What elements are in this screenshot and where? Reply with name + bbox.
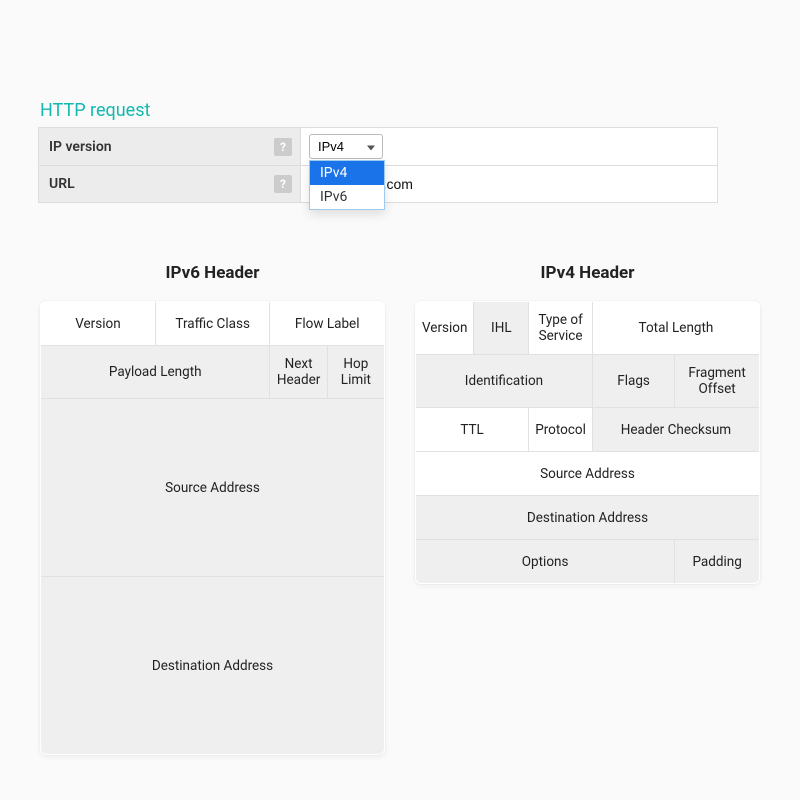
ip-version-cell: IPv4 IPv4 IPv6	[301, 128, 718, 166]
ipv4-source-address: Source Address	[416, 452, 760, 496]
ipv4-protocol: Protocol	[529, 408, 593, 452]
ipv4-flags: Flags	[592, 355, 674, 408]
ipv4-header-title: IPv4 Header	[415, 263, 760, 283]
ipv4-version: Version	[416, 302, 474, 355]
ip-version-option-ipv4[interactable]: IPv4	[310, 161, 384, 185]
headers-row: IPv6 Header Version Traffic Class Flow L…	[38, 263, 762, 755]
ipv6-destination-address: Destination Address	[41, 577, 385, 755]
ip-version-label-text: IP version	[49, 139, 112, 155]
ip-version-select-wrap: IPv4	[309, 134, 383, 159]
ipv6-column: IPv6 Header Version Traffic Class Flow L…	[40, 263, 385, 755]
ipv4-ttl: TTL	[416, 408, 529, 452]
ipv4-total-length: Total Length	[592, 302, 759, 355]
panel-title: HTTP request	[40, 100, 762, 121]
ipv6-hop-limit: Hop Limit	[327, 346, 384, 399]
ipv4-padding: Padding	[675, 540, 760, 584]
http-request-form: IP version ? IPv4 IPv4 IPv6 URL ?	[38, 127, 718, 203]
ipv4-tos: Type of Service	[529, 302, 593, 355]
help-icon[interactable]: ?	[274, 138, 292, 156]
ipv6-version: Version	[41, 302, 156, 346]
ipv4-destination-address: Destination Address	[416, 496, 760, 540]
ipv4-header-table: Version IHL Type of Service Total Length…	[415, 301, 760, 584]
url-label: URL ?	[39, 166, 301, 203]
ip-version-select[interactable]: IPv4	[309, 134, 383, 159]
ipv4-options: Options	[416, 540, 675, 584]
ipv6-header-table: Version Traffic Class Flow Label Payload…	[40, 301, 385, 755]
ipv6-traffic-class: Traffic Class	[155, 302, 270, 346]
ipv6-payload-length: Payload Length	[41, 346, 270, 399]
ipv4-ihl: IHL	[474, 302, 529, 355]
ipv4-checksum: Header Checksum	[592, 408, 759, 452]
ipv6-source-address: Source Address	[41, 399, 385, 577]
ip-version-dropdown: IPv4 IPv6	[309, 160, 385, 210]
url-label-text: URL	[49, 176, 75, 192]
ipv6-next-header: Next Header	[270, 346, 327, 399]
help-icon[interactable]: ?	[274, 175, 292, 193]
ipv6-header-title: IPv6 Header	[40, 263, 385, 283]
ip-version-label: IP version ?	[39, 128, 301, 166]
ipv4-column: IPv4 Header Version IHL Type of Service …	[415, 263, 760, 755]
ipv6-flow-label: Flow Label	[270, 302, 385, 346]
ip-version-option-ipv6[interactable]: IPv6	[310, 185, 384, 209]
ipv4-frag-offset: Fragment Offset	[675, 355, 760, 408]
ipv4-identification: Identification	[416, 355, 593, 408]
